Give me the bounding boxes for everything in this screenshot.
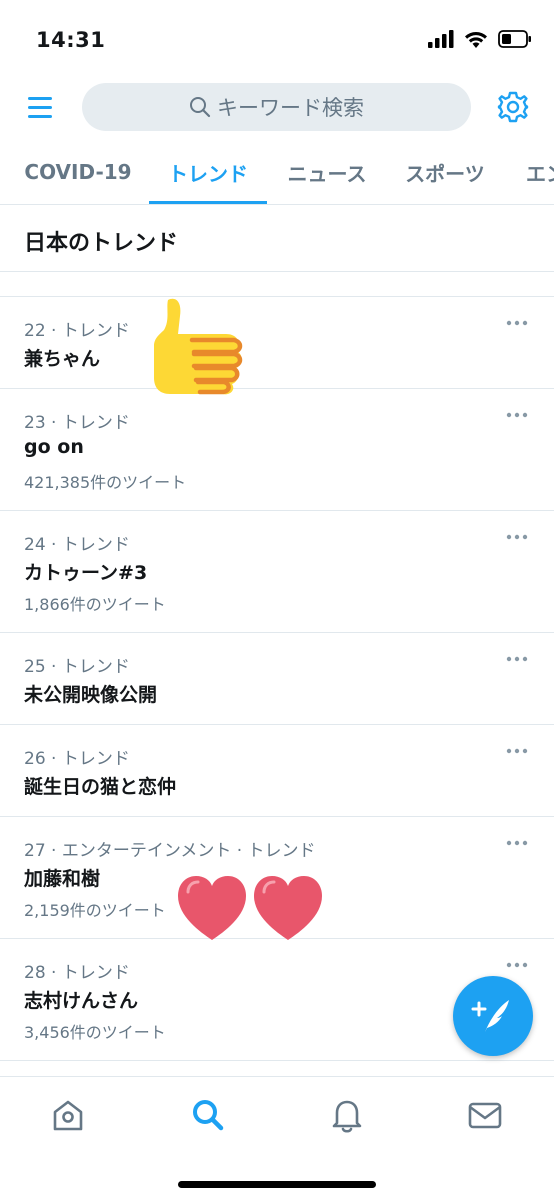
trend-name: カトゥーン#3: [24, 562, 148, 584]
tab-news[interactable]: ニュース: [272, 140, 382, 204]
partial-trend-row[interactable]: [0, 272, 554, 297]
more-icon[interactable]: [504, 405, 530, 425]
gear-icon: [497, 91, 529, 123]
trend-name: go on: [24, 436, 84, 458]
home-icon: [53, 1100, 83, 1131]
more-icon[interactable]: [504, 313, 530, 333]
trend-name: 志村けんさん: [24, 990, 139, 1012]
trend-meta: 24 · トレンド: [24, 535, 130, 555]
more-icon[interactable]: [504, 741, 530, 761]
status-time: 14:31: [36, 28, 106, 52]
trend-item[interactable]: 27 · エンターテインメント · トレンド 加藤和樹 2,159件のツイート: [0, 817, 554, 939]
trend-item[interactable]: 22 · トレンド 兼ちゃん: [0, 297, 554, 389]
nav-messages-button[interactable]: [465, 1095, 505, 1135]
nav-home-button[interactable]: [48, 1095, 88, 1135]
trend-meta: 23 · トレンド: [24, 413, 130, 433]
trend-tweet-count: 2,159件のツイート: [24, 901, 166, 920]
trend-meta: 25 · トレンド: [24, 657, 130, 677]
battery-icon: [498, 30, 531, 48]
trend-item[interactable]: 24 · トレンド カトゥーン#3 1,866件のツイート: [0, 511, 554, 633]
trend-item[interactable]: 23 · トレンド go on 421,385件のツイート: [0, 389, 554, 511]
section-header: 日本のトレンド: [0, 205, 554, 272]
trend-tweet-count: 3,456件のツイート: [24, 1023, 166, 1042]
more-icon[interactable]: [504, 527, 530, 547]
more-icon[interactable]: [504, 833, 530, 853]
trend-meta: 22 · トレンド: [24, 321, 130, 341]
more-icon[interactable]: [504, 649, 530, 669]
search-placeholder: キーワード検索: [217, 96, 364, 120]
tab-entertainment[interactable]: エン: [518, 140, 554, 204]
nav-notifications-button[interactable]: [327, 1095, 367, 1135]
mail-icon: [468, 1102, 502, 1129]
trend-name: 加藤和樹: [24, 868, 101, 890]
trend-item[interactable]: 26 · トレンド 誕生日の猫と恋仲: [0, 725, 554, 817]
tab-trends[interactable]: トレンド: [149, 140, 267, 204]
trend-name: 未公開映像公開: [24, 684, 158, 706]
search-input[interactable]: キーワード検索: [82, 83, 471, 131]
menu-button[interactable]: [26, 94, 56, 122]
trend-meta: 27 · エンターテインメント · トレンド: [24, 841, 316, 861]
status-icons: [428, 30, 532, 48]
trend-name: 誕生日の猫と恋仲: [24, 776, 177, 798]
status-bar: 14:31: [0, 0, 554, 72]
explore-tabs: COVID-19 トレンド ニュース スポーツ エン: [0, 140, 554, 205]
trend-tweet-count: 1,866件のツイート: [24, 595, 166, 614]
compose-tweet-button[interactable]: [453, 976, 533, 1056]
trend-name: 兼ちゃん: [24, 348, 101, 370]
bell-icon: [332, 1100, 362, 1133]
bottom-navigation: [0, 1076, 554, 1200]
signal-icon: [428, 30, 454, 48]
search-icon: [190, 97, 211, 118]
menu-icon: [28, 97, 52, 118]
trend-item[interactable]: 25 · トレンド 未公開映像公開: [0, 633, 554, 725]
home-indicator: [178, 1181, 376, 1188]
settings-button[interactable]: [496, 90, 530, 124]
trend-tweet-count: 421,385件のツイート: [24, 473, 187, 492]
tab-covid-19[interactable]: COVID-19: [10, 140, 146, 204]
search-icon: [193, 1100, 224, 1131]
tab-sports[interactable]: スポーツ: [390, 140, 500, 204]
trend-meta: 28 · トレンド: [24, 963, 130, 983]
more-icon[interactable]: [504, 955, 530, 975]
nav-explore-button[interactable]: [188, 1095, 228, 1135]
compose-tweet-icon: [471, 1000, 509, 1032]
section-title: 日本のトレンド: [24, 231, 179, 256]
search-header: キーワード検索: [0, 80, 554, 136]
trend-meta: 26 · トレンド: [24, 749, 130, 769]
wifi-icon: [465, 31, 487, 48]
